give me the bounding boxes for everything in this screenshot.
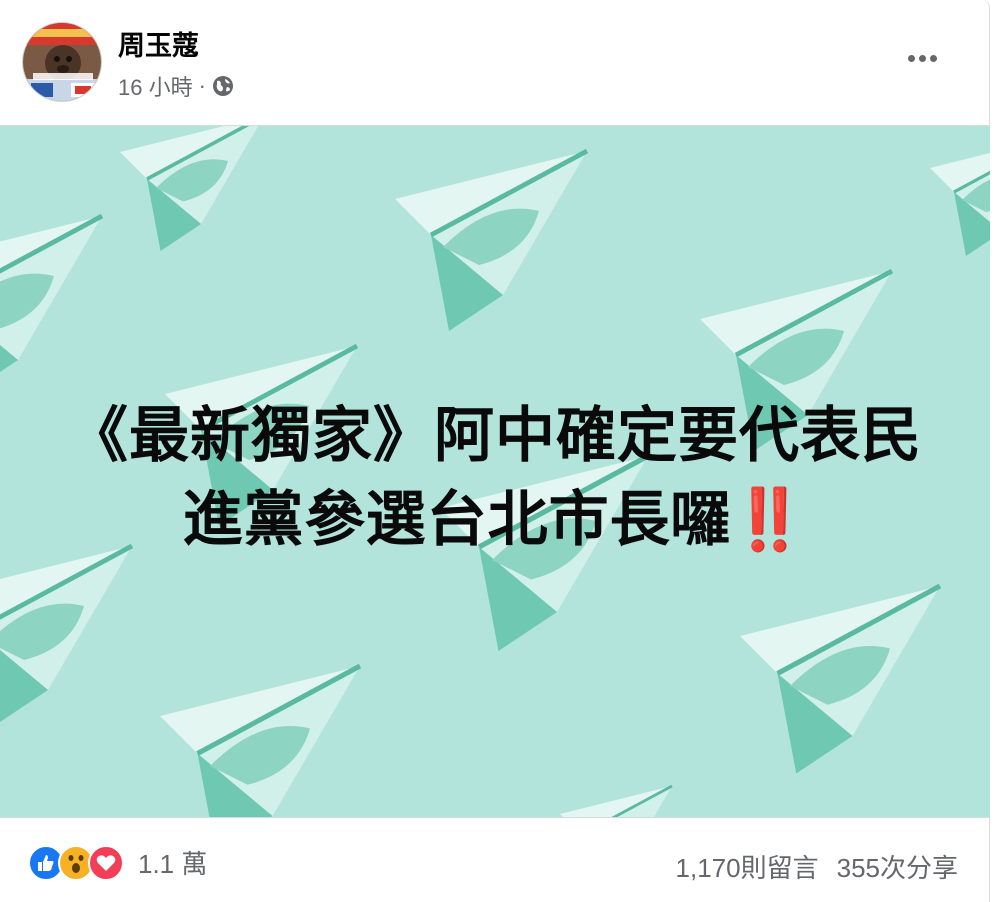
reactions-summary[interactable]: 1.1 萬 — [28, 844, 207, 881]
more-dot — [918, 54, 926, 62]
facebook-post-card: 周玉蔻 16 小時 · 《最新獨家》阿中確定要代表民 進黨參選台北市長囉‼️ 1… — [0, 0, 990, 902]
post-image[interactable]: 《最新獨家》阿中確定要代表民 進黨參選台北市長囉‼️ — [0, 125, 990, 818]
more-options-button[interactable] — [902, 44, 942, 72]
headline-line-2: 進黨參選台北市長囉‼️ — [0, 478, 990, 562]
reaction-count[interactable]: 1.1 萬 — [138, 844, 207, 881]
headline-line-1: 《最新獨家》阿中確定要代表民 — [68, 401, 922, 471]
post-meta: 16 小時 · — [118, 70, 234, 102]
author-name[interactable]: 周玉蔻 — [118, 24, 199, 63]
meta-separator: · — [198, 73, 206, 98]
headline-line-2-text: 進黨參選台北市長囉 — [182, 485, 732, 555]
comments-count[interactable]: 1,170則留言 — [676, 848, 819, 885]
post-footer: 1.1 萬 1,170則留言 355次分享 — [0, 818, 990, 902]
author-avatar[interactable] — [22, 22, 102, 102]
avatar-image — [23, 23, 101, 101]
more-horizontal-icon — [907, 54, 915, 62]
shares-count[interactable]: 355次分享 — [837, 848, 958, 885]
globe-icon[interactable] — [212, 75, 234, 97]
double-exclamation-emoji: ‼️ — [731, 485, 808, 555]
post-time[interactable]: 16 小時 — [118, 70, 193, 102]
post-header: 周玉蔻 16 小時 · — [0, 0, 990, 125]
love-icon — [88, 844, 124, 881]
post-stats: 1,170則留言 355次分享 — [676, 848, 958, 885]
more-dot — [929, 54, 937, 62]
post-headline: 《最新獨家》阿中確定要代表民 進黨參選台北市長囉‼️ — [0, 394, 990, 562]
